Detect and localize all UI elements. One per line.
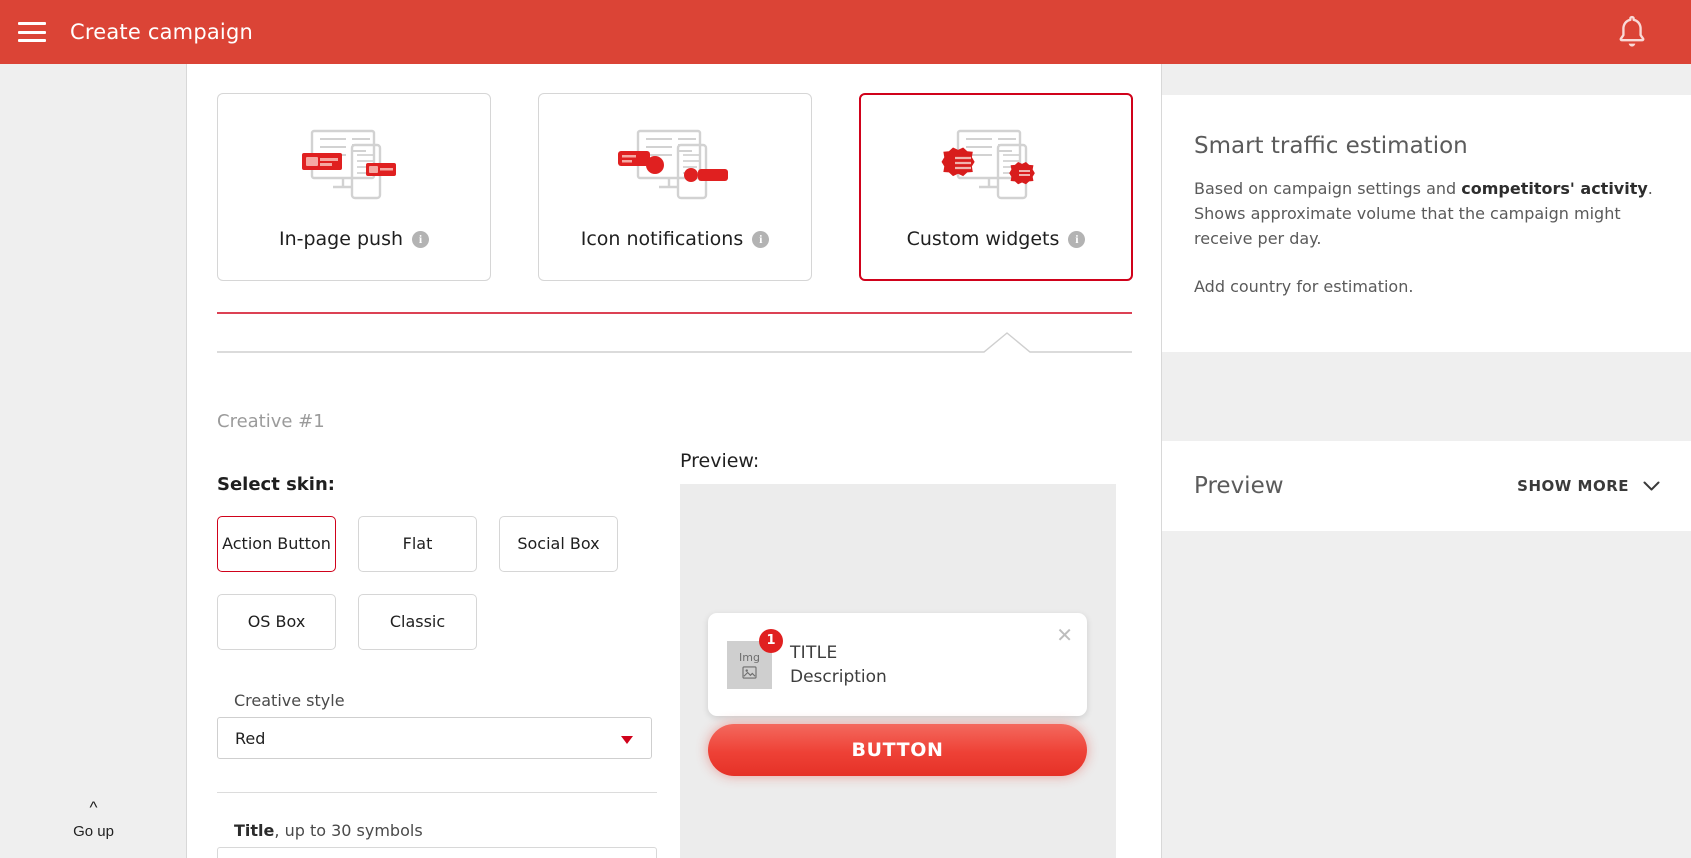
preview-heading: Preview: xyxy=(680,450,760,472)
top-app-bar: Create campaign xyxy=(0,0,1691,64)
burger-line xyxy=(18,22,46,25)
show-more-button[interactable]: SHOW MORE xyxy=(1517,477,1660,495)
skin-option-os-box[interactable]: OS Box xyxy=(217,594,336,650)
preview-stage: 1 Img TITLE Description ✕ BUTTON xyxy=(680,484,1116,858)
format-card-caption: Custom widgets i xyxy=(907,228,1086,250)
skin-option-group: Action Button Flat Social Box OS Box Cla… xyxy=(217,516,647,650)
preview-widget-card: 1 Img TITLE Description ✕ xyxy=(708,613,1087,716)
title-field-label-rest: , up to 30 symbols xyxy=(274,821,423,840)
info-icon[interactable]: i xyxy=(1068,230,1086,248)
format-card-custom-widgets[interactable]: Custom widgets i xyxy=(859,93,1133,281)
notification-bell-icon[interactable] xyxy=(1615,14,1649,50)
format-card-group: In-page push i Icon notifications i Cust… xyxy=(217,93,1133,281)
format-card-caption: Icon notifications i xyxy=(581,228,770,250)
chevron-up-icon: ^ xyxy=(89,798,98,817)
go-up-label: Go up xyxy=(73,823,114,840)
select-skin-heading: Select skin: xyxy=(217,474,335,495)
title-field-label-strong: Title xyxy=(234,821,275,840)
format-card-icon-notifications[interactable]: Icon notifications i xyxy=(538,93,812,281)
smart-traffic-title: Smart traffic estimation xyxy=(1194,133,1468,159)
title-field: Title, up to 30 symbols xyxy=(217,821,657,858)
format-card-label: Custom widgets xyxy=(906,228,1060,250)
skin-option-classic[interactable]: Classic xyxy=(358,594,477,650)
info-icon[interactable]: i xyxy=(752,230,770,248)
skin-option-flat[interactable]: Flat xyxy=(358,516,477,572)
close-icon[interactable]: ✕ xyxy=(1056,623,1073,648)
smart-traffic-estimation-panel: Smart traffic estimation Based on campai… xyxy=(1162,95,1691,352)
creative-style-label: Creative style xyxy=(234,691,345,710)
smart-traffic-body-part1: Based on campaign settings and xyxy=(1194,179,1462,198)
preview-widget-thumbnail: 1 Img xyxy=(727,628,783,689)
smart-traffic-body-strong: competitors' activity xyxy=(1461,179,1648,198)
icon-notifications-illustration xyxy=(616,124,734,210)
preview-panel: Preview SHOW MORE xyxy=(1162,441,1691,531)
in-page-push-illustration xyxy=(300,124,408,210)
right-sidebar: Smart traffic estimation Based on campai… xyxy=(1161,64,1691,858)
preview-badge-count: 1 xyxy=(759,628,783,653)
section-divider xyxy=(217,792,657,793)
main-content: In-page push i Icon notifications i Cust… xyxy=(187,64,1161,858)
smart-traffic-extra: Add country for estimation. xyxy=(1194,277,1414,297)
skin-option-social-box[interactable]: Social Box xyxy=(499,516,618,572)
preview-widget-description: Description xyxy=(790,666,887,687)
title-field-label: Title, up to 30 symbols xyxy=(234,821,657,840)
chevron-down-icon xyxy=(1643,481,1660,490)
format-card-in-page-push[interactable]: In-page push i xyxy=(217,93,491,281)
dropdown-caret-icon[interactable] xyxy=(621,736,633,744)
burger-line xyxy=(18,30,46,34)
format-card-label: Icon notifications xyxy=(580,228,744,250)
app-root: Create campaign ^ Go up In-page push i I… xyxy=(0,0,1691,858)
format-card-label: In-page push xyxy=(278,228,404,250)
skin-option-action-button[interactable]: Action Button xyxy=(217,516,336,572)
info-icon[interactable]: i xyxy=(412,230,430,248)
custom-widgets-illustration xyxy=(940,124,1052,210)
left-sidebar: ^ Go up xyxy=(0,64,187,858)
creative-index-label: Creative #1 xyxy=(217,411,325,432)
preview-panel-title: Preview xyxy=(1194,473,1284,499)
creative-style-value: Red xyxy=(235,728,266,748)
preview-widget-text: TITLE Description xyxy=(790,643,887,687)
page-title: Create campaign xyxy=(70,20,253,44)
selected-card-connector xyxy=(217,311,1132,353)
burger-line xyxy=(18,39,46,42)
go-up-button[interactable]: ^ Go up xyxy=(0,798,187,840)
image-placeholder-label: Img xyxy=(739,650,760,664)
creative-style-select[interactable]: Red xyxy=(217,717,652,759)
smart-traffic-body: Based on campaign settings and competito… xyxy=(1194,177,1664,251)
format-card-caption: In-page push i xyxy=(278,228,430,250)
title-input[interactable] xyxy=(217,847,657,858)
image-placeholder-icon xyxy=(742,665,757,679)
show-more-label: SHOW MORE xyxy=(1517,477,1629,495)
creative-style-field: Creative style Red xyxy=(217,691,652,759)
hamburger-menu-icon[interactable] xyxy=(18,22,46,42)
preview-action-button[interactable]: BUTTON xyxy=(708,724,1087,776)
preview-widget-title: TITLE xyxy=(790,642,838,663)
